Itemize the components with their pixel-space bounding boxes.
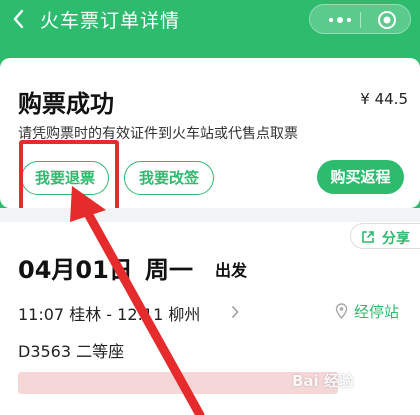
close-circle-icon[interactable] xyxy=(377,10,397,30)
location-pin-icon xyxy=(335,303,348,319)
redacted-passenger-info xyxy=(18,372,338,394)
annotation-highlight-box xyxy=(19,140,119,212)
departure-date: 04月01日 xyxy=(18,256,133,284)
train-number-seat: D3563 二等座 xyxy=(18,342,125,361)
mini-program-capsule xyxy=(309,4,411,34)
buy-return-ticket-button[interactable]: 购买返程 xyxy=(317,160,404,194)
section-divider xyxy=(0,208,420,222)
page-title: 火车票订单详情 xyxy=(40,10,181,32)
stops-link[interactable]: 经停站 xyxy=(354,301,399,322)
chevron-left-icon[interactable] xyxy=(10,8,28,30)
share-icon xyxy=(362,231,374,243)
depart-label: 出发 xyxy=(215,261,248,280)
share-label: 分享 xyxy=(382,231,410,247)
departure-weekday: 周一 xyxy=(145,256,193,284)
route-times[interactable]: 11:07 桂林 - 12:11 柳州 xyxy=(18,301,200,325)
change-ticket-button[interactable]: 我要改签 xyxy=(124,161,214,195)
watermark-text: Bai 经验 xyxy=(292,372,354,390)
ticket-price: ¥ 44.5 xyxy=(360,90,408,108)
chevron-right-icon xyxy=(231,305,239,319)
header-bar: 火车票订单详情 xyxy=(0,0,420,40)
order-status-title: 购票成功 xyxy=(18,90,114,118)
share-button[interactable]: 分享 xyxy=(350,223,420,249)
capsule-divider xyxy=(360,12,361,28)
more-icon[interactable] xyxy=(328,17,352,23)
